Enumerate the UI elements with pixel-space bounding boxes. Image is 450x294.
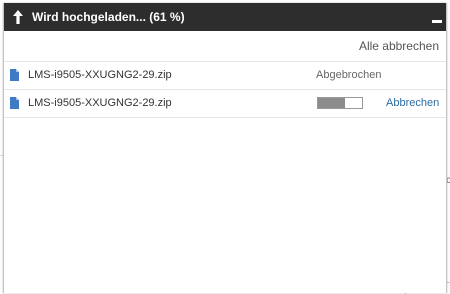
minimize-icon bbox=[432, 20, 442, 23]
upload-title: Wird hochgeladen... (61 %) bbox=[32, 10, 185, 24]
minimize-button[interactable] bbox=[431, 11, 443, 24]
file-icon bbox=[10, 97, 19, 109]
upload-arrow-icon bbox=[13, 10, 23, 24]
cancel-upload-link[interactable]: Abbrechen bbox=[386, 97, 439, 109]
cancel-all-row: Alle abbrechen bbox=[4, 31, 446, 62]
file-icon bbox=[10, 69, 19, 81]
upload-progress-bar bbox=[317, 97, 363, 109]
upload-dialog: Wird hochgeladen... (61 %) Alle abbreche… bbox=[3, 3, 447, 293]
upload-title-bar[interactable]: Wird hochgeladen... (61 %) bbox=[4, 3, 446, 31]
upload-file-row: LMS-i9505-XXUGNG2-29.zip Abgebrochen bbox=[4, 62, 446, 90]
upload-status: Abgebrochen bbox=[316, 69, 382, 81]
upload-file-row: LMS-i9505-XXUGNG2-29.zip Abbrechen bbox=[4, 90, 446, 118]
cancel-all-link[interactable]: Alle abbrechen bbox=[359, 39, 439, 53]
file-name: LMS-i9505-XXUGNG2-29.zip bbox=[28, 97, 172, 109]
file-name: LMS-i9505-XXUGNG2-29.zip bbox=[28, 69, 172, 81]
upload-progress-fill bbox=[318, 98, 345, 108]
